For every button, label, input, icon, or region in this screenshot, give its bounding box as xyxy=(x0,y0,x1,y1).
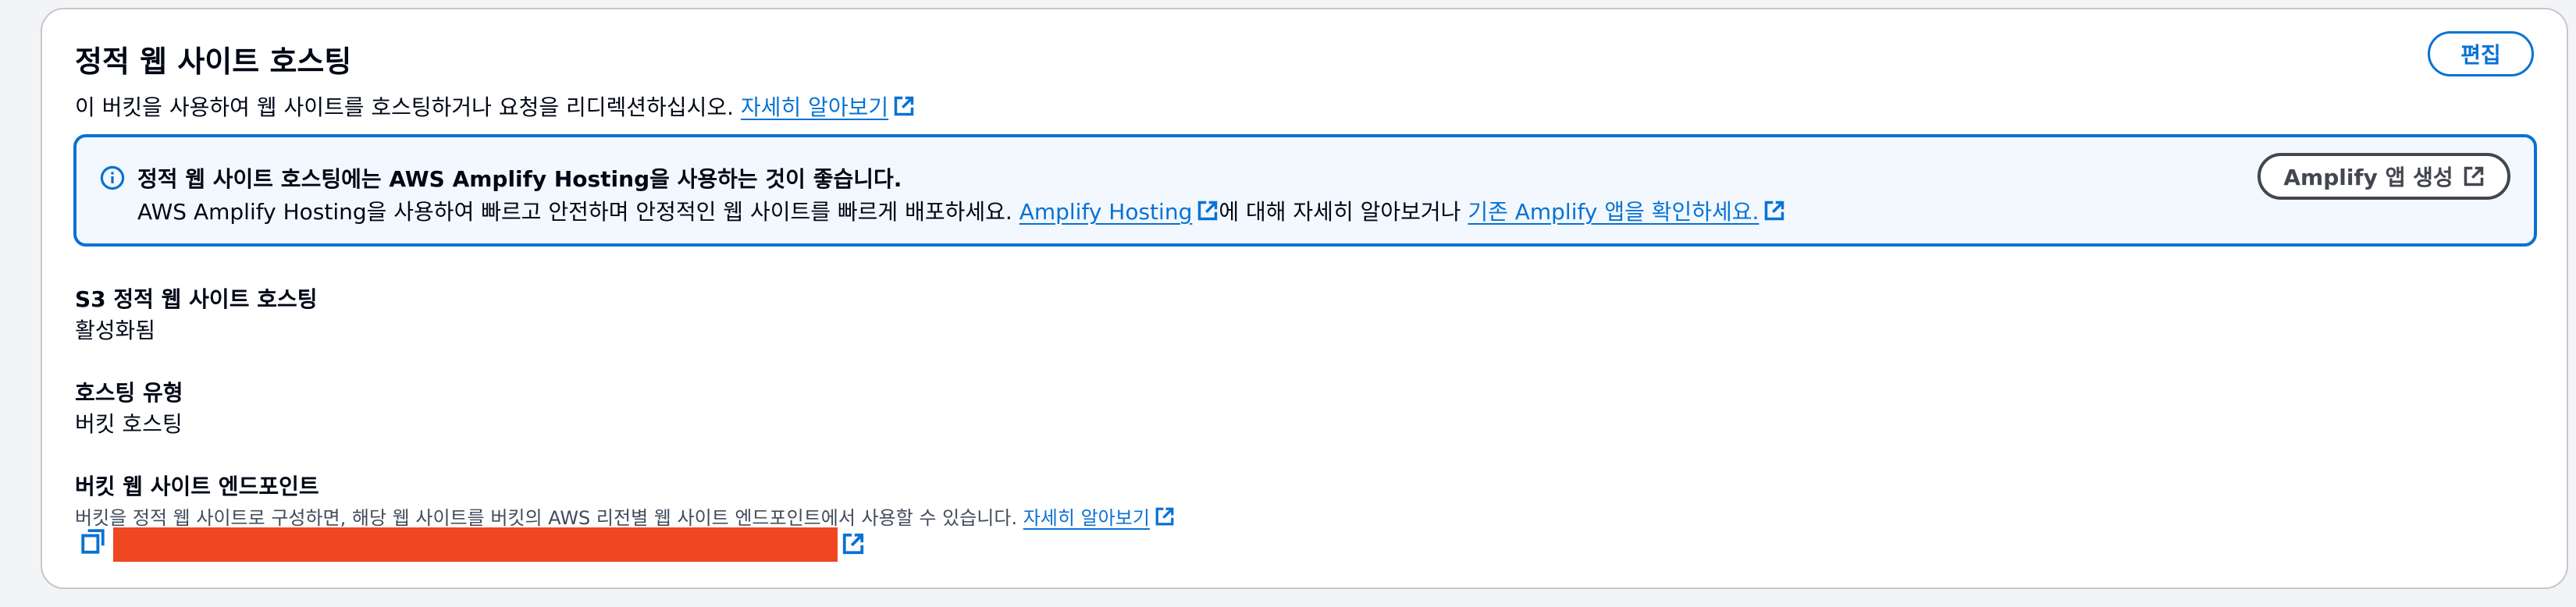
redacted-endpoint-url xyxy=(113,527,838,562)
static-website-hosting-panel: 정적 웹 사이트 호스팅 이 버킷을 사용하여 웹 사이트를 호스팅하거나 요청… xyxy=(41,8,2568,589)
learn-more-link[interactable]: 자세히 알아보기 xyxy=(741,94,915,120)
alert-body: AWS Amplify Hosting을 사용하여 빠르고 안전하며 안정적인 … xyxy=(137,195,1785,226)
amplify-hosting-link-label: Amplify Hosting xyxy=(1019,199,1193,225)
copy-icon[interactable] xyxy=(80,529,106,556)
external-link-icon xyxy=(1765,201,1784,221)
static-hosting-value: 활성화됨 xyxy=(75,318,156,343)
endpoint-hint-text: 버킷을 정적 웹 사이트로 구성하면, 해당 웹 사이트를 버킷의 AWS 리전… xyxy=(75,507,1018,529)
hosting-type-label: 호스팅 유형 xyxy=(75,380,183,406)
description-text: 이 버킷을 사용하여 웹 사이트를 호스팅하거나 요청을 리디렉션하십시오. xyxy=(75,94,735,120)
existing-amplify-apps-link[interactable]: 기존 Amplify 앱을 확인하세요. xyxy=(1468,199,1785,225)
section-description: 이 버킷을 사용하여 웹 사이트를 호스팅하거나 요청을 리디렉션하십시오. 자… xyxy=(75,91,915,122)
external-link-icon[interactable] xyxy=(841,532,865,556)
static-hosting-label: S3 정적 웹 사이트 호스팅 xyxy=(75,286,318,312)
existing-amplify-apps-label: 기존 Amplify 앱을 확인하세요. xyxy=(1468,199,1759,225)
endpoint-label: 버킷 웹 사이트 엔드포인트 xyxy=(75,474,319,499)
external-link-icon xyxy=(894,96,914,116)
external-link-icon xyxy=(1198,201,1218,221)
endpoint-learn-more-link[interactable]: 자세히 알아보기 xyxy=(1023,507,1175,529)
learn-more-label: 자세히 알아보기 xyxy=(740,94,889,120)
create-amplify-app-button[interactable]: Amplify 앱 생성 xyxy=(2258,153,2510,200)
endpoint-learn-more-label: 자세히 알아보기 xyxy=(1023,507,1150,529)
section-title: 정적 웹 사이트 호스팅 xyxy=(75,44,352,79)
hosting-type-value: 버킷 호스팅 xyxy=(75,411,183,437)
amplify-info-alert: 정적 웹 사이트 호스팅에는 AWS Amplify Hosting을 사용하는… xyxy=(73,134,2537,247)
info-icon xyxy=(100,165,125,190)
external-link-icon xyxy=(2464,166,2483,186)
create-amplify-app-label: Amplify 앱 생성 xyxy=(2283,165,2453,190)
external-link-icon xyxy=(1155,507,1174,526)
alert-body-middle: 에 대해 자세히 알아보거나 xyxy=(1219,199,1461,225)
edit-button[interactable]: 편집 xyxy=(2428,31,2534,76)
endpoint-hint: 버킷을 정적 웹 사이트로 구성하면, 해당 웹 사이트를 버킷의 AWS 리전… xyxy=(75,502,1175,530)
amplify-hosting-link[interactable]: Amplify Hosting xyxy=(1019,199,1219,225)
alert-body-prefix: AWS Amplify Hosting을 사용하여 빠르고 안전하며 안정적인 … xyxy=(137,199,1012,225)
alert-title: 정적 웹 사이트 호스팅에는 AWS Amplify Hosting을 사용하는… xyxy=(137,166,902,192)
